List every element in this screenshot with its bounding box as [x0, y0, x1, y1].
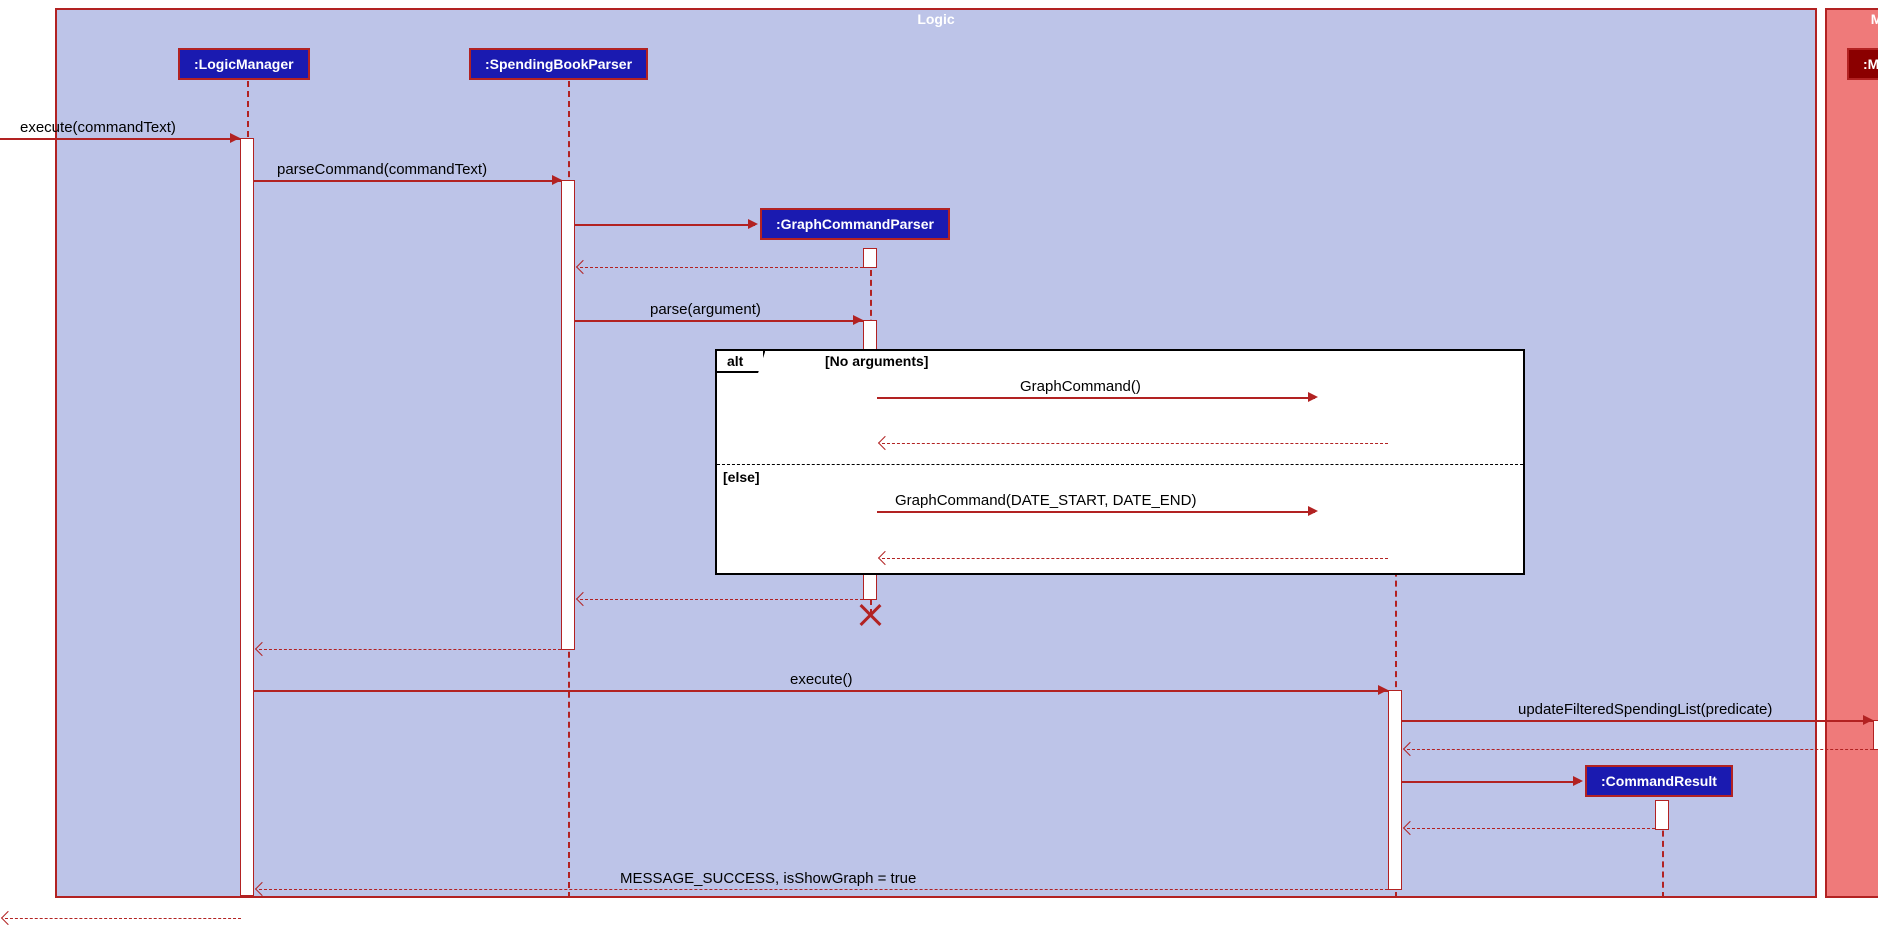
model-frame-label: Model [1861, 9, 1878, 29]
activation-spendingbookparser [561, 180, 575, 650]
arrow-return-gc1 [882, 443, 1388, 444]
alt-guard-2: [else] [723, 469, 760, 485]
destroy-graphcommandparser [858, 603, 882, 627]
msg-execute-1: execute(commandText) [20, 119, 176, 136]
participant-spendingbookparser: :SpendingBookParser [469, 48, 648, 80]
arrow-return-parse [580, 599, 863, 600]
arrow-create-commandresult [1402, 781, 1580, 783]
msg-graphcommand-witharg: GraphCommand(DATE_START, DATE_END) [895, 492, 1196, 509]
activation-model [1873, 720, 1878, 750]
participant-model: :Model [1847, 48, 1878, 80]
msg-parsecommand: parseCommand(commandText) [277, 161, 487, 178]
msg-success: MESSAGE_SUCCESS, isShowGraph = true [620, 870, 916, 887]
sequence-diagram: Logic Model :LogicManager :SpendingBookP… [0, 0, 1878, 925]
arrow-return-msgsuccess [259, 889, 1388, 890]
alt-label: alt [717, 351, 765, 373]
arrow-execute-in [0, 138, 240, 140]
msg-parse: parse(argument) [650, 301, 761, 318]
participant-graphcommandparser: :GraphCommandParser [760, 208, 950, 240]
arrowhead [853, 315, 863, 325]
arrow-graphcommand-witharg [877, 511, 1315, 513]
msg-updatefiltered: updateFilteredSpendingList(predicate) [1518, 701, 1772, 718]
arrowhead [748, 219, 758, 229]
activation-graphcommandparser-head [863, 248, 877, 268]
activation-logicmanager [240, 138, 254, 896]
arrow-graphcommand-noarg [877, 397, 1315, 399]
msg-graphcommand-noarg: GraphCommand() [1020, 378, 1141, 395]
arrow-return-out [5, 918, 241, 919]
arrow-parsecommand [254, 180, 562, 182]
arrowhead [1308, 392, 1318, 402]
model-frame: Model [1825, 8, 1878, 898]
arrowhead [1573, 776, 1583, 786]
arrow-return-gcp-create [580, 267, 863, 268]
arrowhead [1378, 685, 1388, 695]
arrow-execute-2 [254, 690, 1388, 692]
arrowhead [230, 133, 240, 143]
msg-execute-2: execute() [790, 671, 853, 688]
activation-graphcommand-exec [1388, 690, 1402, 890]
arrow-return-gc2 [882, 558, 1388, 559]
participant-logicmanager: :LogicManager [178, 48, 310, 80]
arrow-return-commandresult [1407, 828, 1655, 829]
arrow-parse [575, 320, 863, 322]
arrow-updatefiltered [1402, 720, 1873, 722]
arrow-return-parsecommand [259, 649, 561, 650]
logic-frame-label: Logic [907, 9, 964, 29]
arrowhead [1, 911, 15, 925]
participant-commandresult: :CommandResult [1585, 765, 1733, 797]
alt-separator [717, 464, 1523, 465]
alt-guard-1: [No arguments] [825, 353, 928, 369]
arrow-create-gcp [575, 224, 755, 226]
activation-commandresult [1655, 800, 1669, 830]
arrowhead [552, 175, 562, 185]
arrowhead [1308, 506, 1318, 516]
arrow-return-updatefiltered [1407, 749, 1873, 750]
arrowhead [1863, 715, 1873, 725]
